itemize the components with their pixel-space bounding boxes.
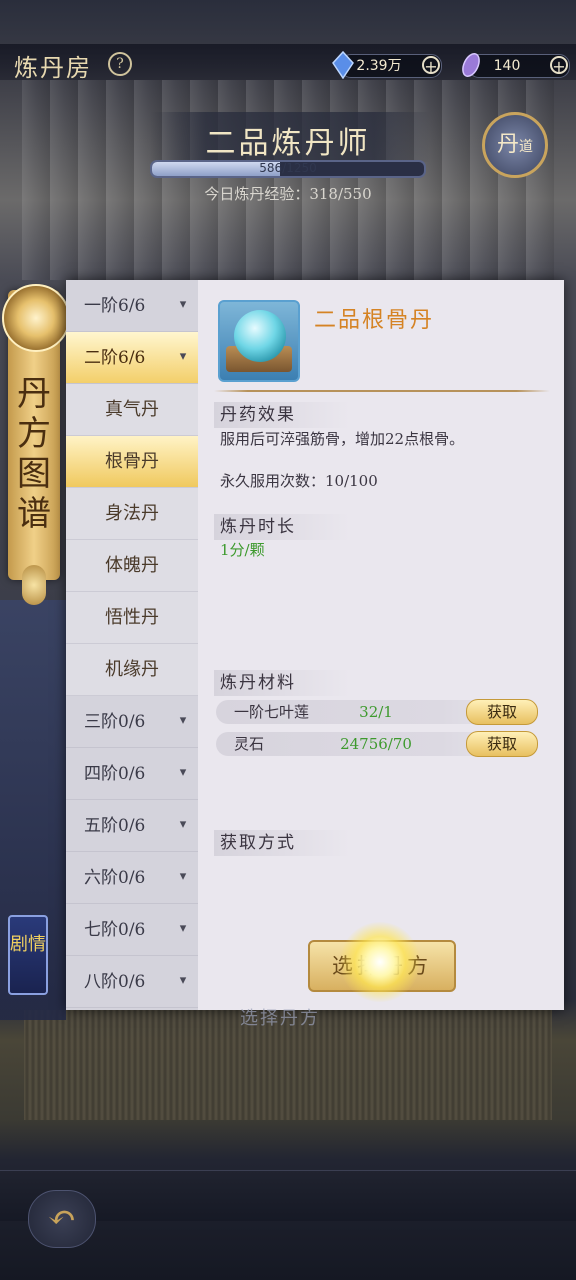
materials-section-title: 炼丹材料: [214, 670, 350, 696]
chevron-down-icon: ▾: [179, 869, 187, 884]
material-name: 灵石: [234, 735, 265, 753]
resource-value: 2.39万: [356, 58, 402, 74]
acquire-section-title: 获取方式: [214, 830, 350, 856]
material-qty: 32/1: [359, 703, 393, 721]
dan-dao-button[interactable]: 丹道: [482, 112, 548, 178]
exp-progress-text: 586/1250: [259, 161, 317, 175]
badge-main: 丹: [496, 132, 519, 157]
recipe-item[interactable]: 悟性丹: [66, 592, 198, 644]
today-exp: 今日炼丹经验：318/550: [204, 185, 372, 203]
tier-item-8[interactable]: 八阶0/6 ▾: [66, 956, 198, 1008]
scroll-label: 丹方图谱: [17, 374, 51, 534]
effect-description: 服用后可淬强筋骨，增加22点根骨。: [220, 430, 465, 448]
acquire-button[interactable]: 获取: [466, 731, 538, 757]
tier-item-5[interactable]: 五阶0/6 ▾: [66, 800, 198, 852]
tier-menu: 一阶6/6 ▾ 二阶6/6 ▾ 真气丹 根骨丹 身法丹 体魄丹 悟性丹 机缘丹 三阶…: [66, 280, 198, 1010]
resource-feather: 140 +: [462, 52, 570, 78]
pill-icon-frame: [218, 300, 300, 382]
material-name: 一阶七叶莲: [234, 703, 310, 721]
material-qty: 24756/70: [340, 735, 412, 753]
permanent-uses: 永久服用次数：10/100: [220, 472, 378, 490]
chevron-down-icon: ▾: [179, 765, 187, 780]
tier-label: 三阶0/6: [84, 712, 146, 732]
recipe-item[interactable]: 机缘丹: [66, 644, 198, 696]
divider: [214, 390, 550, 392]
scroll-tassel: [22, 565, 46, 605]
tier-item-4[interactable]: 四阶0/6 ▾: [66, 748, 198, 800]
resource-value: 140: [493, 58, 521, 74]
duration-value: 1分/颗: [220, 541, 265, 559]
tap-glow-effect: [340, 922, 420, 1002]
tier-item-6[interactable]: 六阶0/6 ▾: [66, 852, 198, 904]
tier-label: 七阶0/6: [84, 920, 146, 940]
recipe-item[interactable]: 真气丹: [66, 384, 198, 436]
badge-sub: 道: [519, 139, 533, 155]
tier-label: 四阶0/6: [84, 764, 146, 784]
pill-orb-icon: [234, 310, 286, 362]
background-select-text: 选择丹方: [240, 1008, 320, 1029]
story-button[interactable]: 剧情: [8, 915, 48, 995]
add-crystal-button[interactable]: +: [422, 56, 440, 75]
effect-section-title: 丹药效果: [214, 402, 350, 428]
tier-item-2[interactable]: 二阶6/6 ▾: [66, 332, 198, 384]
material-row: 一阶七叶莲 32/1 获取: [216, 699, 538, 725]
recipe-item[interactable]: 身法丹: [66, 488, 198, 540]
tier-label: 一阶6/6: [84, 296, 146, 316]
chevron-down-icon: ▾: [179, 713, 187, 728]
duration-section-title: 炼丹时长: [214, 514, 350, 540]
background-curtain: [22, 80, 554, 280]
page-title: 炼丹房: [14, 54, 92, 82]
chevron-down-icon: ▾: [179, 297, 187, 312]
tier-label: 五阶0/6: [84, 816, 146, 836]
back-arrow-icon: ↶: [47, 1198, 77, 1238]
acquire-button[interactable]: 获取: [466, 699, 538, 725]
chevron-down-icon: ▾: [179, 817, 187, 832]
tier-label: 二阶6/6: [84, 348, 146, 368]
chevron-down-icon: ▾: [179, 921, 187, 936]
add-feather-button[interactable]: +: [550, 56, 568, 75]
recipe-item-selected[interactable]: 根骨丹: [66, 436, 198, 488]
help-icon[interactable]: ?: [108, 52, 132, 76]
tier-item-1[interactable]: 一阶6/6 ▾: [66, 280, 198, 332]
back-button[interactable]: ↶: [28, 1190, 96, 1248]
tier-item-7[interactable]: 七阶0/6 ▾: [66, 904, 198, 956]
pill-name: 二品根骨丹: [314, 308, 435, 333]
tier-label: 八阶0/6: [84, 972, 146, 992]
scroll-ornament: [2, 284, 70, 352]
chevron-down-icon: ▾: [179, 973, 187, 988]
tier-label: 六阶0/6: [84, 868, 146, 888]
recipe-item[interactable]: 体魄丹: [66, 540, 198, 592]
chevron-down-icon: ▾: [179, 349, 187, 364]
resource-spirit-crystal: 2.39万 +: [332, 51, 442, 79]
material-row: 灵石 24756/70 获取: [216, 731, 538, 757]
tier-item-3[interactable]: 三阶0/6 ▾: [66, 696, 198, 748]
